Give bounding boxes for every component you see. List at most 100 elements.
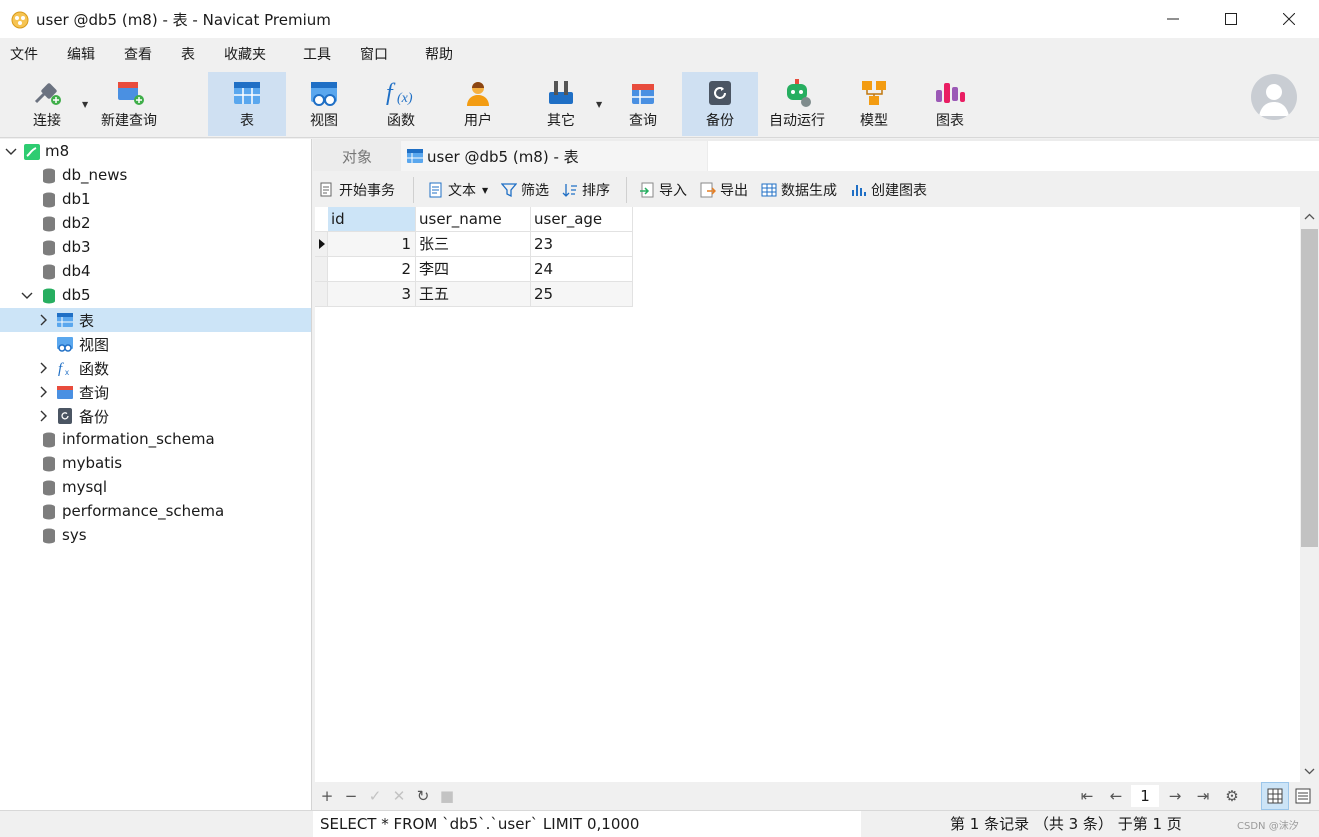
- user-avatar[interactable]: [1251, 74, 1297, 120]
- tree-database-db3[interactable]: db3: [0, 236, 311, 260]
- scrollbar-thumb[interactable]: [1301, 229, 1318, 547]
- database-icon: [43, 528, 55, 544]
- minimize-button[interactable]: [1144, 0, 1202, 38]
- new-query-button[interactable]: 新建查询: [94, 72, 164, 136]
- chevron-right-icon[interactable]: [38, 314, 50, 326]
- tree-database-sys[interactable]: sys: [0, 524, 311, 548]
- menu-table[interactable]: 表: [171, 44, 205, 64]
- tools-icon: [549, 81, 573, 104]
- menu-tools[interactable]: 工具: [293, 44, 341, 64]
- table-cell[interactable]: 23: [531, 232, 633, 257]
- x-icon: ✕: [392, 787, 406, 805]
- add-record-button[interactable]: +: [317, 786, 337, 806]
- tree-connection-m8[interactable]: m8: [0, 140, 311, 164]
- other-button[interactable]: 其它: [527, 72, 595, 136]
- stop-button[interactable]: ■: [437, 786, 457, 806]
- text-label: 文本: [448, 183, 476, 199]
- function-button[interactable]: f (x) 函数: [365, 72, 437, 136]
- first-page-button[interactable]: ⇤: [1077, 786, 1097, 806]
- chevron-right-icon[interactable]: [38, 362, 50, 374]
- discard-changes-button[interactable]: ✕: [389, 786, 409, 806]
- tab-objects[interactable]: 对象: [313, 141, 401, 171]
- row-indicator[interactable]: [315, 257, 328, 282]
- pager-settings-button[interactable]: ⚙: [1222, 786, 1242, 806]
- begin-transaction-button[interactable]: 开始事务: [319, 179, 395, 201]
- scroll-up-icon[interactable]: [1300, 210, 1319, 224]
- chevron-right-icon[interactable]: [38, 410, 50, 422]
- maximize-button[interactable]: [1202, 0, 1260, 38]
- table-cell[interactable]: 1: [328, 232, 416, 257]
- tree-database-mybatis[interactable]: mybatis: [0, 452, 311, 476]
- table-cell[interactable]: 24: [531, 257, 633, 282]
- import-button[interactable]: 导入: [639, 179, 687, 201]
- tree-database-information_schema[interactable]: information_schema: [0, 428, 311, 452]
- model-button[interactable]: 模型: [838, 72, 910, 136]
- sort-button[interactable]: 排序: [562, 179, 610, 201]
- table-cell[interactable]: 王五: [416, 282, 531, 307]
- column-header-id[interactable]: id: [328, 207, 416, 232]
- next-page-button[interactable]: →: [1165, 786, 1185, 806]
- query-label: 查询: [629, 113, 657, 129]
- delete-record-button[interactable]: −: [341, 786, 361, 806]
- backup-button[interactable]: 备份: [682, 72, 758, 136]
- tree-database-db_news[interactable]: db_news: [0, 164, 311, 188]
- tree-db5-functions[interactable]: fx 函数: [0, 356, 311, 380]
- grid-view-toggle[interactable]: [1261, 782, 1289, 810]
- menu-file[interactable]: 文件: [0, 44, 48, 64]
- menu-edit[interactable]: 编辑: [57, 44, 105, 64]
- connect-dropdown-icon[interactable]: ▼: [82, 100, 88, 109]
- connect-button[interactable]: 连接: [14, 72, 80, 136]
- view-button[interactable]: 视图: [288, 72, 360, 136]
- tree-database-db4[interactable]: db4: [0, 260, 311, 284]
- table-button[interactable]: 表: [208, 72, 286, 136]
- filter-button[interactable]: 筛选: [501, 179, 549, 201]
- page-number-field[interactable]: 1: [1131, 785, 1159, 807]
- table-cell[interactable]: 张三: [416, 232, 531, 257]
- column-header-user_name[interactable]: user_name: [416, 207, 531, 232]
- scroll-down-icon[interactable]: [1300, 764, 1319, 778]
- text-dropdown-icon[interactable]: ▼: [482, 186, 488, 195]
- tree-database-mysql[interactable]: mysql: [0, 476, 311, 500]
- other-dropdown-icon[interactable]: ▼: [596, 100, 602, 109]
- tab-user-table[interactable]: user @db5 (m8) - 表: [401, 141, 707, 171]
- create-chart-button[interactable]: 创建图表: [851, 179, 927, 201]
- tree-db5-views[interactable]: 视图: [0, 332, 311, 356]
- row-indicator[interactable]: [315, 232, 328, 257]
- chart-button[interactable]: 图表: [914, 72, 986, 136]
- query-button[interactable]: 查询: [607, 72, 679, 136]
- automation-label: 自动运行: [769, 113, 825, 129]
- table-cell[interactable]: 李四: [416, 257, 531, 282]
- column-header-user_age[interactable]: user_age: [531, 207, 633, 232]
- tree-database-performance_schema[interactable]: performance_schema: [0, 500, 311, 524]
- form-view-toggle[interactable]: [1295, 788, 1311, 808]
- menu-favorites[interactable]: 收藏夹: [214, 44, 276, 64]
- tree-database-db5[interactable]: db5: [0, 284, 311, 308]
- close-button[interactable]: [1260, 0, 1318, 38]
- chevron-down-icon[interactable]: [21, 290, 33, 302]
- tree-database-db2[interactable]: db2: [0, 212, 311, 236]
- function-label: 函数: [387, 113, 415, 129]
- chevron-down-icon[interactable]: [5, 146, 17, 158]
- data-generation-button[interactable]: 数据生成: [761, 179, 837, 201]
- vertical-scrollbar[interactable]: [1300, 207, 1319, 782]
- chevron-right-icon[interactable]: [38, 386, 50, 398]
- tree-db5-tables[interactable]: 表: [0, 308, 311, 332]
- table-cell[interactable]: 2: [328, 257, 416, 282]
- menu-window[interactable]: 窗口: [350, 44, 398, 64]
- row-indicator[interactable]: [315, 282, 328, 307]
- previous-page-button[interactable]: ←: [1106, 786, 1126, 806]
- export-button[interactable]: 导出: [700, 179, 748, 201]
- text-button[interactable]: 文本 ▼: [428, 179, 488, 201]
- menu-help[interactable]: 帮助: [415, 44, 463, 64]
- tree-db5-backups[interactable]: 备份: [0, 404, 311, 428]
- table-cell[interactable]: 25: [531, 282, 633, 307]
- user-button[interactable]: 用户: [442, 72, 514, 136]
- tree-database-db1[interactable]: db1: [0, 188, 311, 212]
- tree-db5-queries[interactable]: 查询: [0, 380, 311, 404]
- apply-changes-button[interactable]: ✓: [365, 786, 385, 806]
- menu-view[interactable]: 查看: [114, 44, 162, 64]
- refresh-button[interactable]: ↻: [413, 786, 433, 806]
- automation-button[interactable]: 自动运行: [762, 72, 832, 136]
- table-cell[interactable]: 3: [328, 282, 416, 307]
- last-page-button[interactable]: ⇥: [1193, 786, 1213, 806]
